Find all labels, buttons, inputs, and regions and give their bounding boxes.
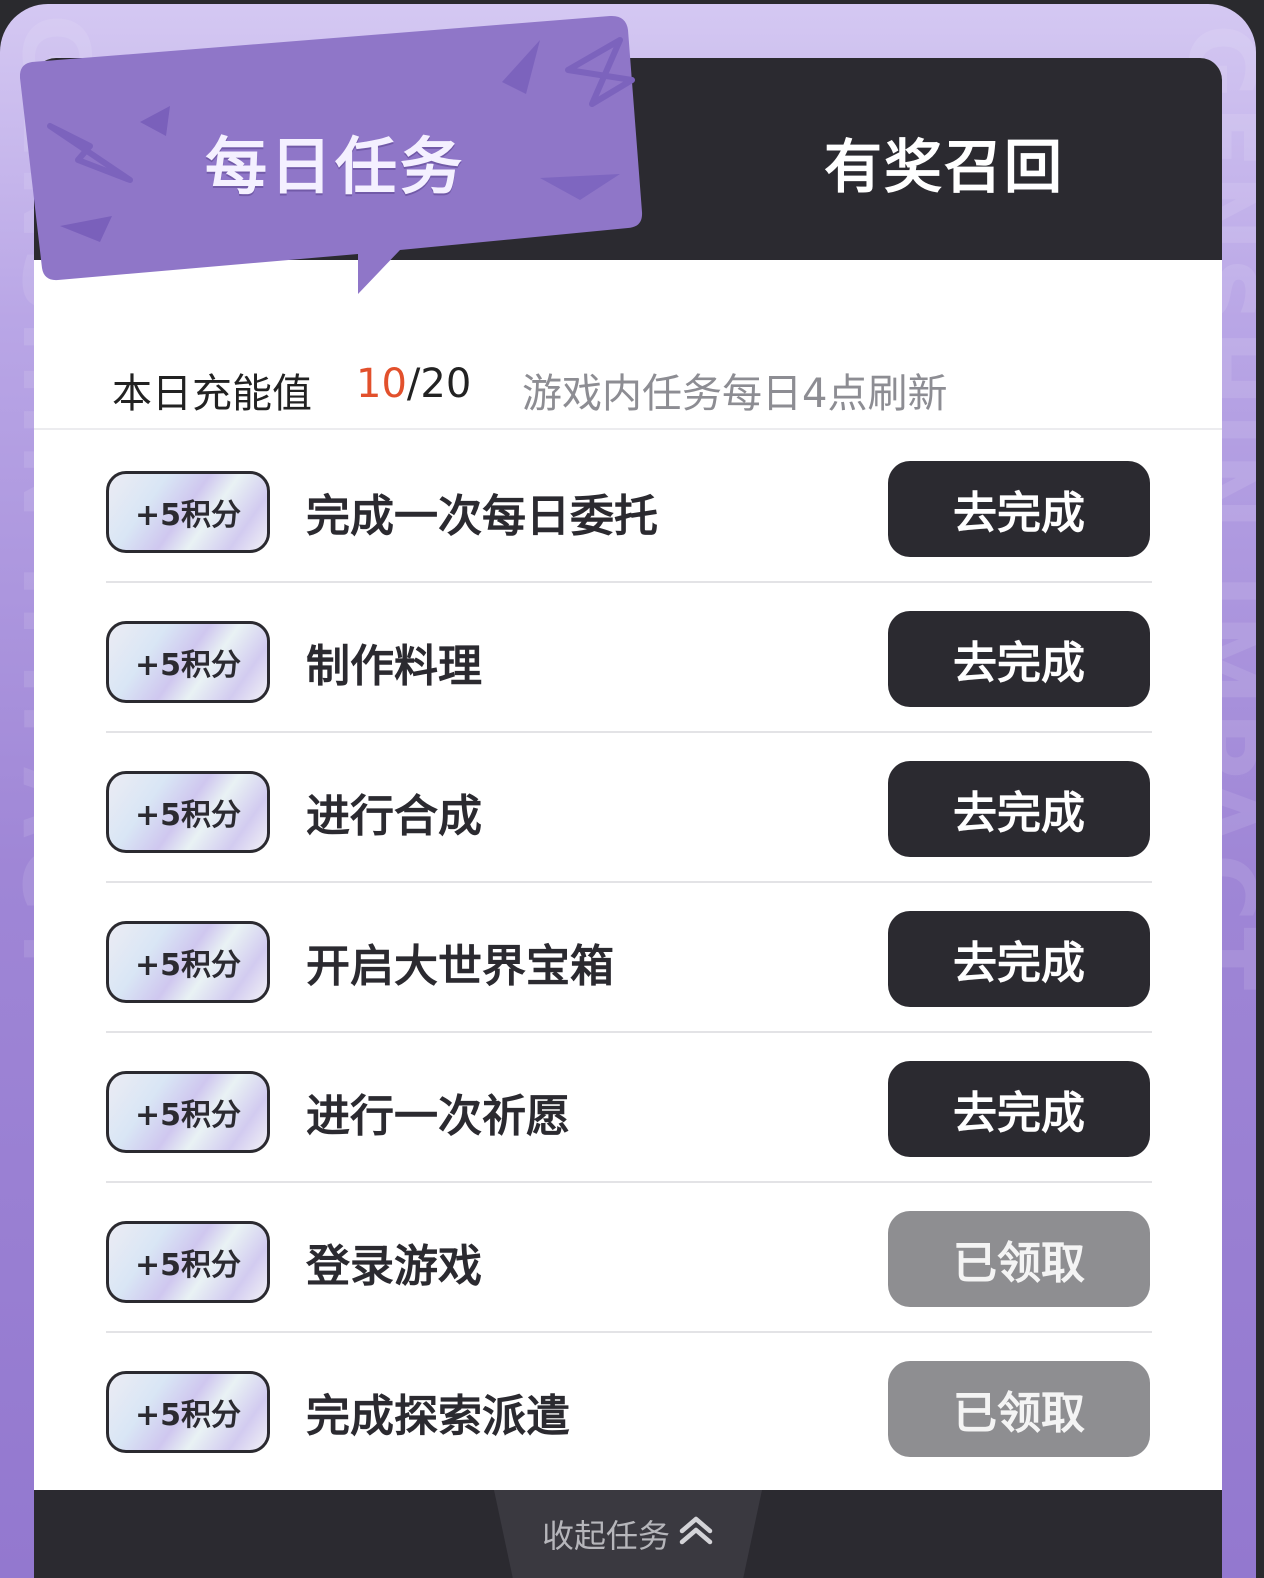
tab-reward-recall[interactable]: 有奖召回 xyxy=(734,120,1154,204)
claimed-button[interactable]: 已领取 xyxy=(888,1211,1150,1307)
task-row: +5积分 进行一次祈愿 去完成 xyxy=(34,1033,1222,1183)
reward-badge: +5积分 xyxy=(106,921,270,1003)
go-complete-button[interactable]: 去完成 xyxy=(888,761,1150,857)
energy-value: 10/20 xyxy=(356,361,471,407)
panel-footer: 收起任务 xyxy=(34,1490,1222,1578)
task-name: 制作料理 xyxy=(306,641,482,692)
reward-badge: +5积分 xyxy=(106,1071,270,1153)
tab-daily-tasks[interactable]: 每日任务 xyxy=(20,10,650,300)
go-complete-button[interactable]: 去完成 xyxy=(888,911,1150,1007)
task-row: +5积分 进行合成 去完成 xyxy=(34,733,1222,883)
reward-badge: +5积分 xyxy=(106,1371,270,1453)
task-name: 进行一次祈愿 xyxy=(306,1091,570,1142)
task-row: +5积分 登录游戏 已领取 xyxy=(34,1183,1222,1333)
task-name: 开启大世界宝箱 xyxy=(306,941,614,992)
task-name: 进行合成 xyxy=(306,791,482,842)
energy-separator: / xyxy=(406,361,421,407)
task-name: 登录游戏 xyxy=(306,1241,482,1292)
energy-max: 20 xyxy=(420,361,472,407)
refresh-note: 游戏内任务每日4点刷新 xyxy=(522,371,948,417)
reward-badge: +5积分 xyxy=(106,471,270,553)
energy-label: 本日充能值 xyxy=(112,371,312,417)
reward-badge: +5积分 xyxy=(106,771,270,853)
task-row: +5积分 制作料理 去完成 xyxy=(34,583,1222,733)
collapse-tasks-button[interactable]: 收起任务 xyxy=(494,1490,762,1578)
energy-current: 10 xyxy=(356,361,407,407)
go-complete-button[interactable]: 去完成 xyxy=(888,461,1150,557)
task-name: 完成一次每日委托 xyxy=(306,491,658,542)
go-complete-button[interactable]: 去完成 xyxy=(888,611,1150,707)
double-chevron-up-icon xyxy=(678,1515,714,1553)
go-complete-button[interactable]: 去完成 xyxy=(888,1061,1150,1157)
task-row: +5积分 开启大世界宝箱 去完成 xyxy=(34,883,1222,1033)
energy-summary: 本日充能值 10/20 游戏内任务每日4点刷新 xyxy=(34,328,1222,430)
collapse-label: 收起任务 xyxy=(541,1517,670,1555)
task-row: +5积分 完成探索派遣 已领取 xyxy=(34,1333,1222,1483)
task-row: +5积分 完成一次每日委托 去完成 xyxy=(34,433,1222,583)
reward-badge: +5积分 xyxy=(106,621,270,703)
reward-badge: +5积分 xyxy=(106,1221,270,1303)
task-name: 完成探索派遣 xyxy=(306,1391,570,1442)
tab-daily-label: 每日任务 xyxy=(204,130,465,203)
task-list: +5积分 完成一次每日委托 去完成 +5积分 制作料理 去完成 +5积分 进行合… xyxy=(34,433,1222,1483)
claimed-button[interactable]: 已领取 xyxy=(888,1361,1150,1457)
